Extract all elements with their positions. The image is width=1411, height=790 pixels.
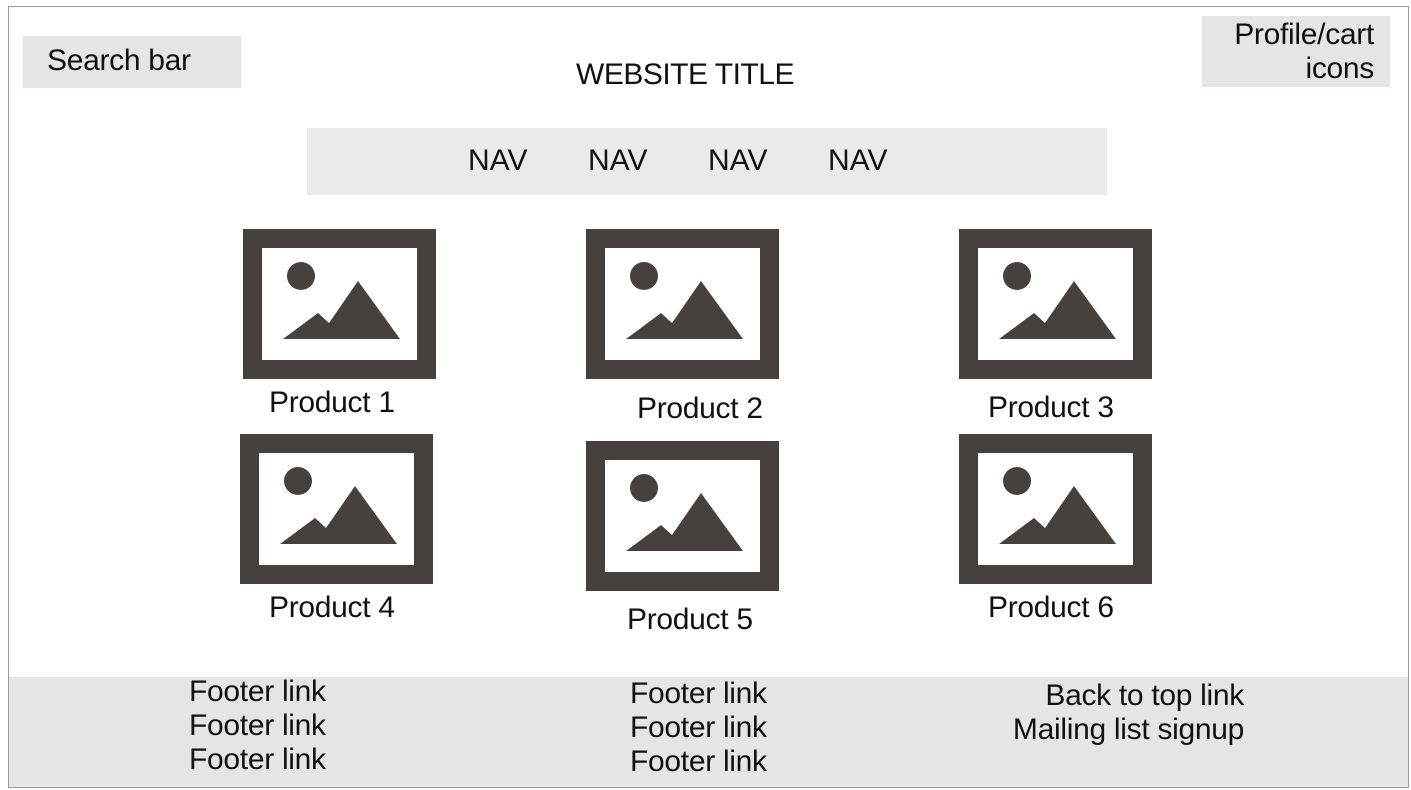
image-placeholder-icon xyxy=(243,229,436,379)
image-placeholder-icon xyxy=(586,441,779,591)
footer-column-2: Footer link Footer link Footer link xyxy=(630,677,767,779)
footer-link[interactable]: Footer link xyxy=(189,675,326,709)
product-label: Product 1 xyxy=(269,386,395,419)
image-placeholder-icon xyxy=(240,434,433,584)
product-label: Product 2 xyxy=(637,392,763,425)
footer-column-1: Footer link Footer link Footer link xyxy=(189,675,326,777)
footer-link[interactable]: Footer link xyxy=(630,677,767,711)
mailing-list-signup-link[interactable]: Mailing list signup xyxy=(998,713,1244,747)
footer-column-3: Back to top link Mailing list signup xyxy=(998,679,1244,747)
footer-link[interactable]: Footer link xyxy=(630,745,767,779)
search-bar[interactable]: Search bar xyxy=(23,36,241,88)
image-placeholder-icon xyxy=(959,229,1152,379)
back-to-top-link[interactable]: Back to top link xyxy=(998,679,1244,713)
profile-cart-icons[interactable]: Profile/cart icons xyxy=(1202,16,1390,87)
product-label: Product 5 xyxy=(627,603,753,636)
product-label: Product 4 xyxy=(269,591,395,624)
product-label: Product 6 xyxy=(988,591,1114,624)
product-label: Product 3 xyxy=(988,391,1114,424)
footer-link[interactable]: Footer link xyxy=(189,743,326,777)
image-placeholder-icon xyxy=(959,434,1152,584)
nav-item-2[interactable]: NAV xyxy=(588,142,647,180)
footer: Footer link Footer link Footer link Foot… xyxy=(9,675,1408,787)
footer-link[interactable]: Footer link xyxy=(189,709,326,743)
image-placeholder-icon xyxy=(586,229,779,379)
footer-link[interactable]: Footer link xyxy=(630,711,767,745)
nav-item-4[interactable]: NAV xyxy=(828,142,887,180)
nav-item-1[interactable]: NAV xyxy=(468,142,527,180)
nav-item-3[interactable]: NAV xyxy=(708,142,767,180)
website-title: WEBSITE TITLE xyxy=(576,58,795,91)
nav-bar: NAV NAV NAV NAV xyxy=(307,128,1107,195)
